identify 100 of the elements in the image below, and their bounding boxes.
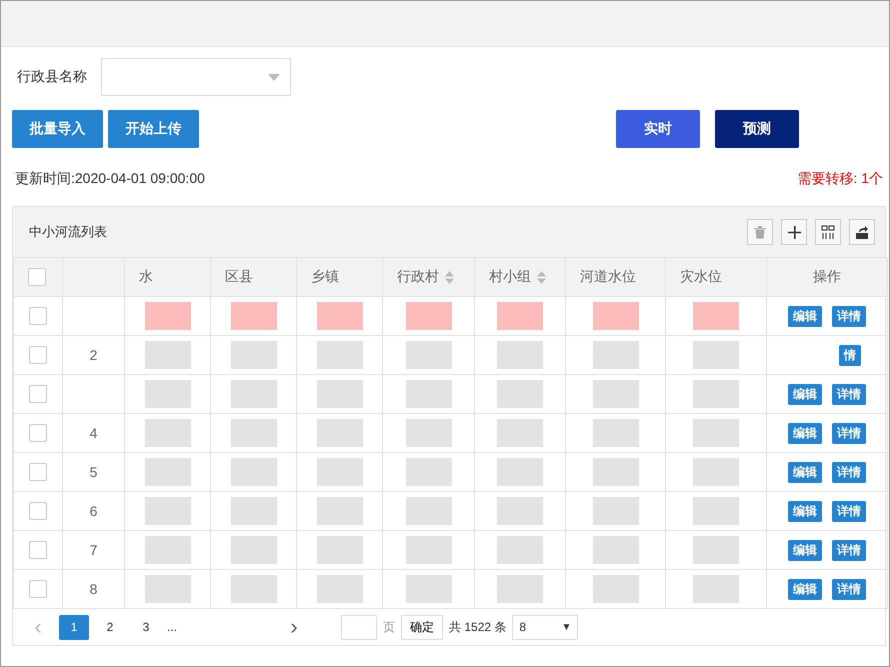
row-action-button[interactable]: 详情 bbox=[832, 578, 866, 600]
redacted-block bbox=[230, 341, 276, 369]
column-header: 灾水位 bbox=[666, 258, 766, 296]
redacted-block bbox=[406, 380, 452, 408]
sort-icon[interactable] bbox=[445, 270, 454, 284]
row-action-button[interactable]: 编辑 bbox=[788, 500, 822, 522]
row-action-button[interactable]: 编辑 bbox=[788, 306, 822, 326]
row-action-button[interactable]: 情 bbox=[839, 344, 861, 366]
redacted-block bbox=[230, 497, 276, 525]
transfer-notice: 需要转移: 1个 bbox=[797, 170, 883, 188]
redacted-block bbox=[316, 536, 362, 564]
action-button[interactable]: 批量导入 bbox=[12, 110, 103, 148]
next-page-button[interactable]: › bbox=[279, 614, 310, 640]
redacted-block bbox=[592, 458, 638, 486]
row-checkbox[interactable] bbox=[29, 541, 47, 560]
redacted-block bbox=[316, 302, 362, 330]
row-action-button[interactable]: 详情 bbox=[832, 306, 866, 326]
redacted-block bbox=[406, 419, 452, 447]
redacted-block bbox=[497, 536, 543, 564]
column-header[interactable]: 村小组 bbox=[474, 258, 566, 296]
redacted-block bbox=[230, 419, 276, 447]
select-all-checkbox[interactable] bbox=[28, 268, 46, 286]
redacted-block bbox=[497, 341, 543, 369]
column-header[interactable]: 行政村 bbox=[382, 258, 474, 296]
page-size-value: 8 bbox=[519, 620, 526, 634]
page-button[interactable]: 3 bbox=[131, 614, 161, 640]
row-action-button[interactable]: 编辑 bbox=[788, 422, 822, 444]
redacted-block bbox=[592, 302, 638, 330]
redacted-block bbox=[316, 497, 362, 525]
row-checkbox[interactable] bbox=[29, 463, 47, 482]
row-action-button[interactable]: 编辑 bbox=[788, 578, 822, 600]
column-header: 水 bbox=[124, 258, 210, 296]
redacted-block bbox=[497, 458, 543, 486]
redacted-block bbox=[693, 458, 739, 486]
row-checkbox[interactable] bbox=[29, 424, 47, 442]
plus-icon bbox=[788, 226, 800, 238]
row-checkbox[interactable] bbox=[29, 502, 47, 520]
page-size-select[interactable]: 8 ▼ bbox=[512, 614, 578, 640]
row-action-button[interactable]: 详情 bbox=[832, 462, 866, 482]
redacted-block bbox=[693, 575, 739, 603]
page-button[interactable]: 2 bbox=[95, 614, 125, 640]
redacted-block bbox=[230, 575, 276, 603]
redacted-block bbox=[592, 536, 638, 564]
export-icon bbox=[855, 225, 869, 239]
redacted-block bbox=[693, 536, 739, 564]
sort-icon[interactable] bbox=[537, 270, 546, 284]
action-button[interactable]: 开始上传 bbox=[108, 110, 199, 148]
redacted-block bbox=[693, 497, 739, 525]
row-action-button[interactable]: 编辑 bbox=[788, 462, 822, 482]
redacted-block bbox=[592, 419, 638, 447]
redacted-block bbox=[406, 302, 452, 330]
row-number: 2 bbox=[90, 347, 98, 363]
redacted-block bbox=[497, 497, 543, 525]
field-label: 行政县名称 bbox=[17, 68, 87, 86]
action-button[interactable]: 实时 bbox=[616, 110, 700, 148]
redacted-block bbox=[592, 575, 638, 603]
export-button[interactable] bbox=[849, 219, 875, 245]
columns-button[interactable] bbox=[815, 219, 841, 245]
add-button[interactable] bbox=[781, 219, 807, 245]
action-button[interactable]: 预测 bbox=[715, 110, 799, 148]
confirm-button[interactable]: 确定 bbox=[401, 614, 444, 640]
page-unit: 页 bbox=[383, 618, 396, 636]
page-input[interactable] bbox=[341, 614, 378, 640]
redacted-block bbox=[316, 575, 362, 603]
column-header: 操作 bbox=[766, 258, 888, 296]
redacted-block bbox=[406, 536, 452, 564]
redacted-block bbox=[230, 536, 276, 564]
page-button[interactable]: 1 bbox=[59, 614, 89, 640]
row-action-button[interactable]: 编辑 bbox=[788, 384, 822, 404]
redacted-block bbox=[406, 497, 452, 525]
row-action-button[interactable]: 详情 bbox=[832, 384, 866, 404]
row-action-button[interactable]: 详情 bbox=[832, 540, 866, 560]
row-checkbox[interactable] bbox=[29, 580, 47, 598]
redacted-block bbox=[316, 341, 362, 369]
row-number: 5 bbox=[90, 464, 98, 480]
row-checkbox[interactable] bbox=[29, 307, 47, 326]
redacted-block bbox=[693, 380, 739, 408]
redacted-block bbox=[497, 575, 543, 603]
row-number: 8 bbox=[90, 581, 98, 597]
redacted-block bbox=[406, 341, 452, 369]
total-count: 共 1522 条 bbox=[449, 618, 506, 636]
redacted-block bbox=[592, 497, 638, 525]
county-select[interactable] bbox=[101, 58, 291, 96]
row-action-button[interactable]: 详情 bbox=[832, 500, 866, 522]
row-checkbox[interactable] bbox=[29, 346, 47, 364]
caret-icon bbox=[268, 74, 280, 81]
redacted-block bbox=[693, 419, 739, 447]
redacted-block bbox=[406, 458, 452, 486]
redacted-block bbox=[592, 380, 638, 408]
redacted-block bbox=[592, 341, 638, 369]
row-checkbox[interactable] bbox=[29, 385, 47, 404]
columns-icon bbox=[821, 225, 835, 239]
row-number: 4 bbox=[90, 425, 98, 441]
delete-button[interactable] bbox=[747, 219, 773, 245]
column-header: 河道水位 bbox=[566, 258, 666, 296]
page-ellipsis: ... bbox=[167, 620, 178, 634]
caret-icon: ▼ bbox=[561, 622, 572, 632]
row-number: 7 bbox=[90, 542, 98, 558]
row-action-button[interactable]: 详情 bbox=[832, 422, 866, 444]
row-action-button[interactable]: 编辑 bbox=[788, 540, 822, 560]
